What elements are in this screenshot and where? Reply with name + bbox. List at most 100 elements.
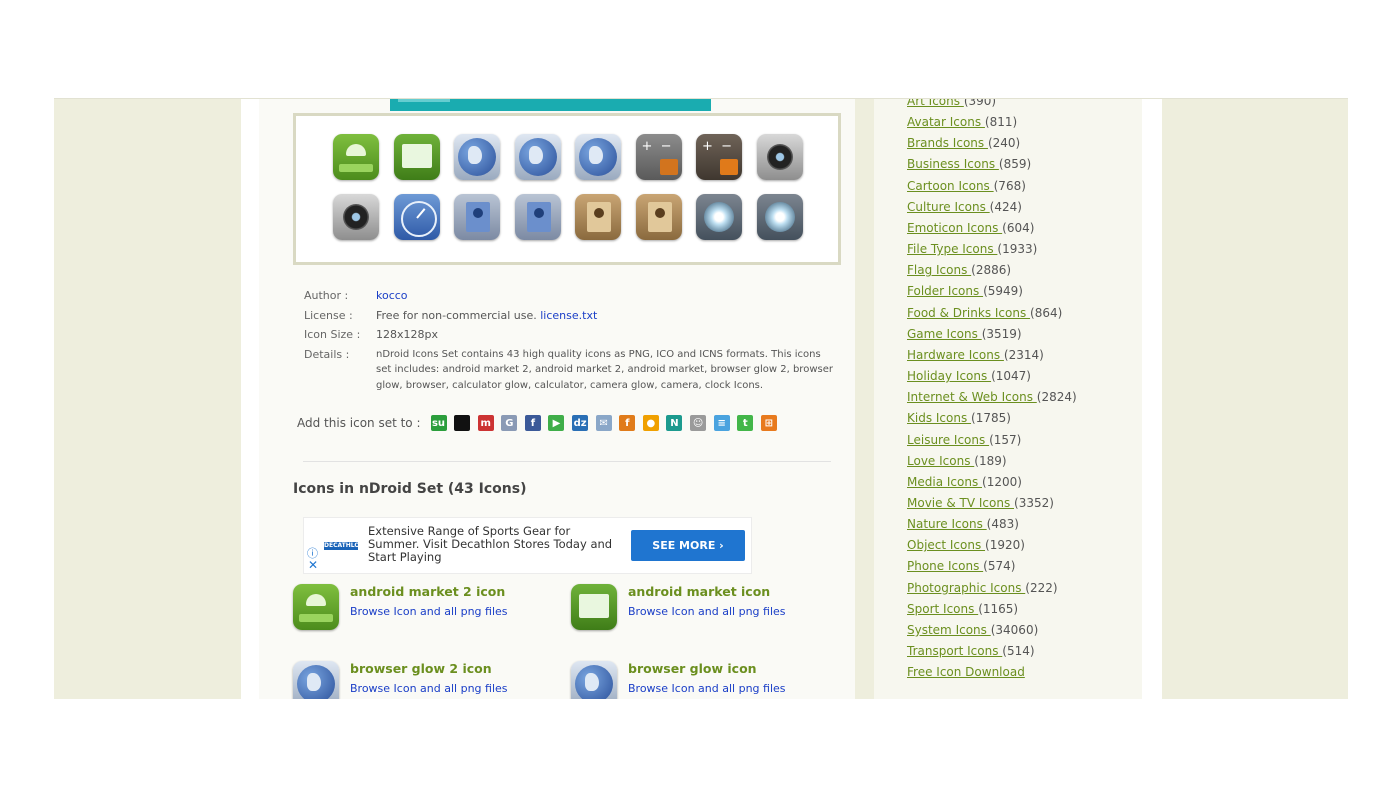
camera-glow-icon[interactable]	[756, 134, 803, 180]
category-item: Food & Drinks Icons (864)	[907, 303, 1077, 324]
icon-name[interactable]: android market icon	[628, 584, 770, 599]
category-count: (483)	[986, 517, 1019, 532]
category-link[interactable]: Free Icon Download	[907, 665, 1025, 679]
orange-circle-icon[interactable]: ●	[642, 415, 659, 431]
ad-brand-logo: DECATHLON	[324, 542, 365, 550]
browser-glow-2-icon[interactable]	[454, 134, 500, 180]
fark-icon[interactable]: f	[619, 415, 636, 431]
technorati-icon[interactable]: t	[737, 415, 754, 431]
license-link[interactable]: license.txt	[540, 309, 597, 322]
camera-icon[interactable]	[333, 194, 379, 240]
contact-glow-icon[interactable]	[514, 194, 561, 240]
browse-link[interactable]: Browse Icon and all png files	[628, 605, 786, 618]
category-link[interactable]: Nature Icons	[907, 517, 987, 531]
license-row: License : Free for non-commercial use. l…	[304, 306, 838, 326]
document-icon[interactable]: ≡	[713, 415, 730, 431]
icon-name[interactable]: browser glow icon	[628, 661, 757, 676]
category-link[interactable]: Kids Icons	[907, 411, 971, 425]
category-link[interactable]: Business Icons	[907, 157, 999, 171]
category-list: Art Icons (390) Avatar Icons (811) Brands …	[907, 98, 1077, 683]
android-market-icon[interactable]	[571, 584, 617, 630]
category-link[interactable]: Love Icons	[907, 454, 974, 468]
browse-link[interactable]: Browse Icon and all png files	[350, 682, 508, 695]
camera-light-icon[interactable]	[756, 194, 803, 240]
category-link[interactable]: Phone Icons	[907, 559, 983, 573]
ad-close-icon[interactable]: ✕	[308, 558, 318, 572]
contact-2-icon[interactable]	[575, 194, 621, 240]
mixx-icon[interactable]: m	[477, 415, 494, 431]
category-link[interactable]: Game Icons	[907, 327, 982, 341]
clock-icon[interactable]	[393, 194, 440, 240]
browser-glow-icon[interactable]	[514, 134, 561, 180]
share-bar: Add this icon set to : su m Gf ▶ dz ✉ f ● N ☺ ≡ t ⊞	[297, 415, 784, 431]
calculator-icon[interactable]	[696, 134, 742, 180]
category-link[interactable]: Culture Icons	[907, 200, 990, 214]
category-link[interactable]: Object Icons	[907, 538, 985, 552]
category-link[interactable]: Avatar Icons	[907, 115, 985, 129]
newsvine-icon[interactable]: N	[666, 415, 683, 431]
category-count: (574)	[983, 559, 1016, 574]
category-item: Art Icons (390)	[907, 98, 1077, 112]
category-item: Kids Icons (1785)	[907, 408, 1077, 429]
category-item: Folder Icons (5949)	[907, 281, 1077, 302]
browse-link[interactable]: Browse Icon and all png files	[350, 605, 508, 618]
category-item: Transport Icons (514)	[907, 641, 1077, 662]
category-link[interactable]: Folder Icons	[907, 284, 983, 298]
details-row: Details : nDroid Icons Set contains 43 h…	[304, 345, 838, 394]
dzone-icon[interactable]: dz	[572, 415, 589, 431]
category-link[interactable]: Art Icons	[907, 99, 964, 108]
category-link[interactable]: Sport Icons	[907, 602, 978, 616]
contact-icon[interactable]	[635, 194, 682, 240]
category-link[interactable]: Hardware Icons	[907, 348, 1004, 362]
android-market-2-icon[interactable]	[293, 584, 339, 630]
category-link[interactable]: Cartoon Icons	[907, 179, 994, 193]
mail-icon[interactable]: ✉	[595, 415, 612, 431]
android-market-2-icon[interactable]	[333, 134, 379, 180]
category-link[interactable]: Transport Icons	[907, 644, 1002, 658]
category-link[interactable]: Media Icons	[907, 475, 982, 489]
author-link[interactable]: kocco	[376, 289, 408, 302]
browser-glow-icon[interactable]	[571, 661, 617, 699]
category-count: (390)	[963, 98, 997, 108]
facebook-icon[interactable]: f	[524, 415, 541, 431]
windows-live-icon[interactable]: ⊞	[760, 415, 777, 431]
browser-icon[interactable]	[575, 134, 621, 180]
category-link[interactable]: Photographic Icons	[907, 581, 1025, 595]
google-icon[interactable]: G	[501, 415, 518, 431]
category-item: Avatar Icons (811)	[907, 112, 1077, 133]
category-item: Brands Icons (240)	[907, 133, 1077, 154]
contact-glow-2-icon[interactable]	[454, 194, 500, 240]
play-icon[interactable]: ▶	[548, 415, 565, 431]
category-link[interactable]: Brands Icons	[907, 136, 988, 150]
category-link[interactable]: Holiday Icons	[907, 369, 991, 383]
icon-name[interactable]: android market 2 icon	[350, 584, 505, 599]
size-value: 128x128px	[376, 328, 438, 341]
android-market-icon[interactable]	[393, 134, 440, 180]
ad-text: Extensive Range of Sports Gear for Summe…	[368, 524, 613, 564]
size-label: Icon Size :	[304, 328, 361, 341]
category-item: Nature Icons (483)	[907, 514, 1077, 535]
category-link[interactable]: Emoticon Icons	[907, 221, 1002, 235]
category-link[interactable]: File Type Icons	[907, 242, 997, 256]
category-item: Culture Icons (424)	[907, 197, 1077, 218]
category-link[interactable]: Movie & TV Icons	[907, 496, 1014, 510]
category-link[interactable]: Leisure Icons	[907, 433, 989, 447]
share-icons: su m Gf ▶ dz ✉ f ● N ☺ ≡ t ⊞	[430, 415, 785, 431]
download-banner[interactable]	[390, 99, 711, 111]
category-link[interactable]: Flag Icons	[907, 263, 971, 277]
browse-link[interactable]: Browse Icon and all png files	[628, 682, 786, 695]
list-item: browser glow 2 icon Browse Icon and all …	[293, 661, 553, 699]
icon-name[interactable]: browser glow 2 icon	[350, 661, 492, 676]
delicious-icon[interactable]	[454, 415, 471, 431]
browser-viewport: Author : kocco License : Free for non-co…	[54, 98, 1348, 699]
ad-see-more-button[interactable]: SEE MORE ›	[631, 530, 745, 561]
category-link[interactable]: System Icons	[907, 623, 991, 637]
advertisement[interactable]: ⓘ ✕ DECATHLON Extensive Range of Sports …	[303, 517, 752, 574]
camera-light-glow-icon[interactable]	[696, 194, 742, 240]
reddit-icon[interactable]: ☺	[690, 415, 707, 431]
category-link[interactable]: Food & Drinks Icons	[907, 306, 1030, 320]
category-link[interactable]: Internet & Web Icons	[907, 390, 1037, 404]
stumbleupon-icon[interactable]: su	[430, 415, 447, 431]
browser-glow-2-icon[interactable]	[293, 661, 339, 699]
calculator-glow-icon[interactable]	[635, 134, 682, 180]
